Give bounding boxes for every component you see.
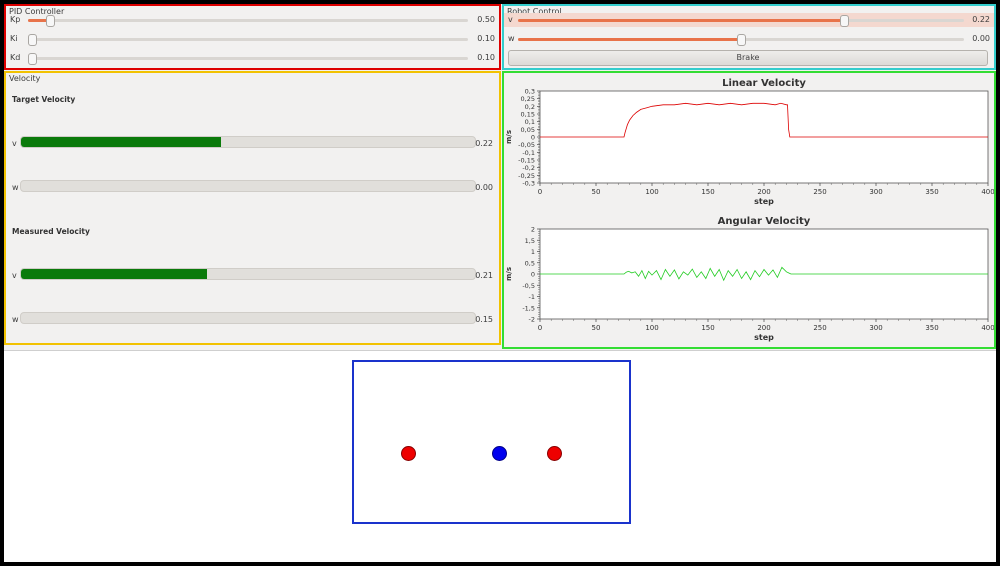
- measured-v-value: 0.21: [475, 271, 493, 280]
- angular-chart-title: Angular Velocity: [718, 216, 811, 227]
- field-canvas: [4, 350, 996, 562]
- target-w-label: w: [12, 183, 19, 192]
- angular-y-tick-label: -0,5: [522, 282, 535, 290]
- kp-slider[interactable]: [28, 15, 468, 27]
- angular-y-axis-label: m/s: [505, 267, 513, 281]
- measured-velocity-heading: Measured Velocity: [12, 227, 90, 236]
- angular-x-tick-label: 150: [701, 324, 714, 332]
- angular-x-tick-label: 50: [592, 324, 601, 332]
- angular-x-tick-label: 200: [757, 324, 770, 332]
- angular-y-tick-label: 0: [531, 271, 535, 279]
- kd-slider-row: Kd 0.10: [6, 51, 499, 65]
- robot-blue-marker: [492, 446, 507, 461]
- robot-w-label: w: [508, 34, 515, 43]
- ki-value: 0.10: [477, 34, 495, 43]
- brake-button[interactable]: Brake: [508, 50, 988, 66]
- robot-v-label: v: [508, 15, 513, 24]
- pid-controller-panel: PID Controller Kp 0.50 Ki 0.10 Kd 0.10: [4, 4, 501, 70]
- angular-x-tick-label: 400: [981, 324, 994, 332]
- angular-y-tick-label: -1: [529, 293, 535, 301]
- target-v-progress: [20, 136, 476, 148]
- robot-v-slider-handle[interactable]: [839, 15, 849, 27]
- angular-y-tick-label: 1,5: [525, 237, 535, 245]
- measured-w-value: 0.15: [475, 315, 493, 324]
- angular-x-tick-label: 350: [925, 324, 938, 332]
- robot-w-slider-handle[interactable]: [737, 34, 746, 46]
- kd-slider[interactable]: [28, 53, 468, 65]
- linear-x-tick-label: 300: [869, 188, 882, 196]
- angular-x-tick-label: 250: [813, 324, 826, 332]
- plots-panel: Linear Velocity step m/s 0 50 100 150 200 250 300…: [502, 71, 996, 349]
- linear-x-tick-label: 150: [701, 188, 714, 196]
- right-red-obstacle: [547, 446, 562, 461]
- linear-y-tick-label: -0,3: [522, 180, 535, 188]
- kd-value: 0.10: [477, 53, 495, 62]
- angular-y-tick-label: -2: [529, 316, 535, 324]
- linear-x-tick-label: 350: [925, 188, 938, 196]
- kp-label: Kp: [10, 15, 21, 24]
- robot-w-slider[interactable]: [518, 34, 964, 46]
- arena-boundary: [352, 360, 631, 524]
- ki-slider-handle[interactable]: [28, 34, 38, 46]
- target-w-value: 0.00: [475, 183, 493, 192]
- velocity-plots: Linear Velocitystepm/s0 50 100 150 200 250 300…: [505, 78, 994, 342]
- angular-x-axis-label: step: [754, 333, 774, 342]
- kd-slider-handle[interactable]: [28, 53, 38, 65]
- angular-y-tick-label: -1,5: [522, 304, 535, 312]
- kp-slider-handle[interactable]: [46, 15, 55, 27]
- angular-y-tick-label: 2: [531, 226, 535, 234]
- kp-slider-row: Kp 0.50: [6, 13, 499, 27]
- linear-y-axis-label: m/s: [505, 130, 513, 144]
- angular-x-tick-label: 0: [538, 324, 542, 332]
- angular-y-tick-label: 0,5: [525, 259, 535, 267]
- linear-x-tick-label: 200: [757, 188, 770, 196]
- target-v-label: v: [12, 139, 17, 148]
- robot-v-slider[interactable]: [518, 15, 964, 27]
- velocity-panel: Velocity Target Velocity v 0.22 w 0.00 M…: [4, 71, 501, 345]
- robot-control-panel: Robot Control v 0.22 w 0.00 Brake: [502, 4, 996, 70]
- target-w-progress: [20, 180, 476, 192]
- measured-w-progress: [20, 312, 476, 324]
- linear-x-tick-label: 400: [981, 188, 994, 196]
- ki-label: Ki: [10, 34, 18, 43]
- app-window: PID Controller Kp 0.50 Ki 0.10 Kd 0.10 R…: [4, 4, 996, 562]
- measured-v-label: v: [12, 271, 17, 280]
- linear-x-tick-label: 100: [645, 188, 658, 196]
- linear-x-tick-label: 0: [538, 188, 542, 196]
- left-red-obstacle: [401, 446, 416, 461]
- robot-v-slider-row: v 0.22: [504, 13, 994, 27]
- linear-x-tick-label: 50: [592, 188, 601, 196]
- ki-slider-row: Ki 0.10: [6, 32, 499, 46]
- measured-w-label: w: [12, 315, 19, 324]
- angular-x-tick-label: 300: [869, 324, 882, 332]
- kp-value: 0.50: [477, 15, 495, 24]
- linear-x-axis-label: step: [754, 197, 774, 206]
- measured-v-progress: [20, 268, 476, 280]
- target-velocity-heading: Target Velocity: [12, 95, 76, 104]
- linear-x-tick-label: 250: [813, 188, 826, 196]
- robot-w-value: 0.00: [972, 34, 990, 43]
- robot-v-value: 0.22: [972, 15, 990, 24]
- angular-y-tick-label: 1: [531, 248, 535, 256]
- target-v-value: 0.22: [475, 139, 493, 148]
- angular-x-tick-label: 100: [645, 324, 658, 332]
- velocity-title: Velocity: [9, 74, 41, 83]
- linear-chart-title: Linear Velocity: [722, 78, 806, 89]
- ki-slider[interactable]: [28, 34, 468, 46]
- kd-label: Kd: [10, 53, 21, 62]
- robot-w-slider-row: w 0.00: [504, 32, 994, 46]
